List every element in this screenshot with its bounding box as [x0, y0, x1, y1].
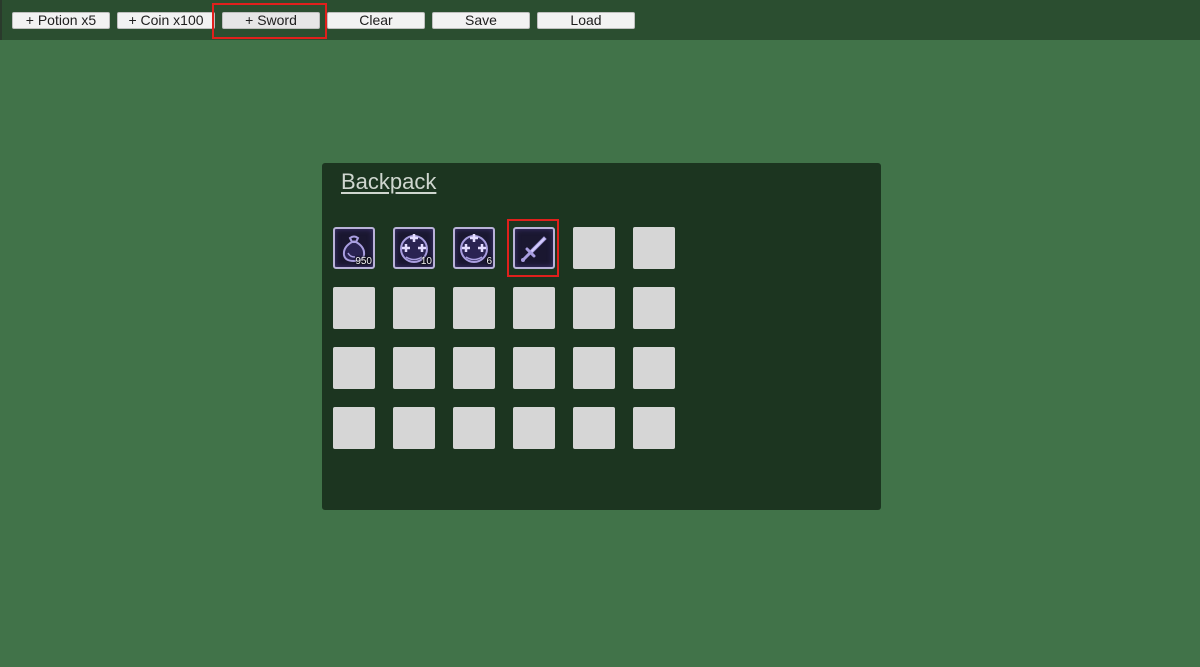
inventory-slot-empty[interactable] — [393, 407, 435, 449]
add-coin-button[interactable]: + Coin x100 — [117, 12, 215, 29]
inventory-slot-potion[interactable]: 10 — [393, 227, 435, 269]
inventory-slot-sword[interactable] — [513, 227, 555, 269]
inventory-slot-empty[interactable] — [453, 407, 495, 449]
inventory-slot-empty[interactable] — [453, 347, 495, 389]
backpack-title: Backpack — [341, 169, 437, 194]
inventory-slot-empty[interactable] — [513, 287, 555, 329]
backpack-panel: Backpack 950 10 6 — [322, 163, 881, 510]
inventory-slot-empty[interactable] — [573, 407, 615, 449]
inventory-slot-empty[interactable] — [393, 347, 435, 389]
item-quantity: 6 — [486, 256, 492, 267]
inventory-slot-empty[interactable] — [333, 407, 375, 449]
inventory-slot-empty[interactable] — [393, 287, 435, 329]
inventory-slot-empty[interactable] — [633, 227, 675, 269]
add-potion-button[interactable]: + Potion x5 — [12, 12, 110, 29]
inventory-slot-empty[interactable] — [633, 347, 675, 389]
save-button[interactable]: Save — [432, 12, 530, 29]
inventory-slot-empty[interactable] — [333, 287, 375, 329]
clear-button[interactable]: Clear — [327, 12, 425, 29]
inventory-slot-empty[interactable] — [513, 407, 555, 449]
inventory-slot-potion[interactable]: 6 — [453, 227, 495, 269]
inventory-slot-empty[interactable] — [453, 287, 495, 329]
inventory-slot-empty[interactable] — [633, 407, 675, 449]
inventory-slot-empty[interactable] — [513, 347, 555, 389]
inventory-slot-empty[interactable] — [573, 287, 615, 329]
inventory-slot-empty[interactable] — [633, 287, 675, 329]
toolbar: + Potion x5 + Coin x100 + Sword Clear Sa… — [0, 0, 1200, 40]
inventory-slot-empty[interactable] — [573, 227, 615, 269]
add-sword-button[interactable]: + Sword — [222, 12, 320, 29]
inventory-slot-empty[interactable] — [333, 347, 375, 389]
inventory-slot-empty[interactable] — [573, 347, 615, 389]
item-quantity: 950 — [355, 256, 372, 267]
item-quantity: 10 — [420, 256, 432, 267]
load-button[interactable]: Load — [537, 12, 635, 29]
inventory-slot-coin-bag[interactable]: 950 — [333, 227, 375, 269]
